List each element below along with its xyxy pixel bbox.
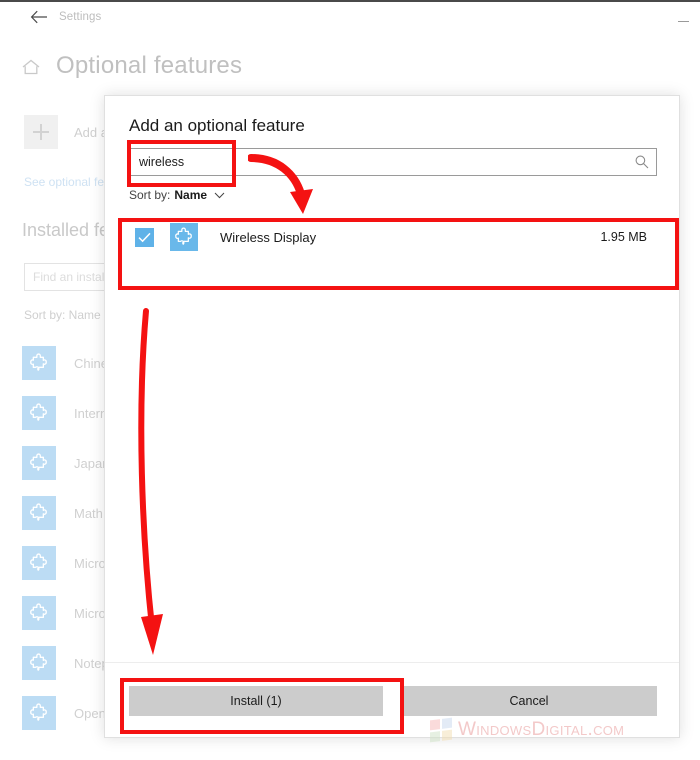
installed-sort-row[interactable]: Sort by: Name — [24, 308, 101, 322]
sort-by-value: Name — [174, 188, 208, 202]
search-input[interactable]: wireless — [129, 148, 657, 176]
sort-by-label: Sort by: — [129, 188, 171, 202]
chevron-down-icon — [214, 191, 225, 202]
feature-results-list: Wireless Display 1.95 MB — [129, 218, 657, 256]
feature-size: 1.95 MB — [600, 230, 647, 244]
puzzle-piece-icon — [22, 446, 56, 480]
check-icon — [138, 232, 151, 242]
minimize-icon — [678, 21, 689, 22]
titlebar-title: Settings — [59, 11, 102, 23]
home-icon[interactable] — [20, 57, 42, 79]
page-title: Optional features — [56, 52, 243, 79]
search-icon[interactable] — [634, 154, 650, 170]
page-header: Optional features — [20, 46, 242, 86]
puzzle-piece-icon — [22, 496, 56, 530]
install-button[interactable]: Install (1) — [129, 686, 383, 716]
plus-icon — [24, 115, 58, 149]
dialog-footer: Install (1) Cancel — [105, 662, 679, 737]
search-input-value: wireless — [139, 155, 185, 169]
table-row[interactable]: Wireless Display 1.95 MB — [129, 218, 657, 256]
puzzle-piece-icon — [22, 396, 56, 430]
add-optional-feature-dialog: Add an optional feature wireless Sort by… — [104, 95, 680, 738]
see-optional-features-link[interactable]: See optional fea — [24, 175, 111, 189]
puzzle-piece-icon — [22, 646, 56, 680]
puzzle-piece-icon — [22, 596, 56, 630]
puzzle-piece-icon — [22, 346, 56, 380]
puzzle-piece-icon — [22, 546, 56, 580]
feature-name: Wireless Display — [220, 229, 317, 245]
puzzle-piece-icon — [170, 223, 198, 251]
dialog-title: Add an optional feature — [129, 116, 305, 135]
title-bar: Settings — [0, 4, 700, 34]
minimize-button[interactable] — [678, 16, 692, 25]
sort-by-dropdown[interactable]: Sort by: Name — [129, 188, 225, 202]
feature-checkbox[interactable] — [135, 227, 154, 247]
puzzle-piece-icon — [22, 696, 56, 730]
cancel-button[interactable]: Cancel — [401, 686, 657, 716]
back-button[interactable] — [28, 10, 50, 30]
back-arrow-icon — [30, 10, 47, 24]
